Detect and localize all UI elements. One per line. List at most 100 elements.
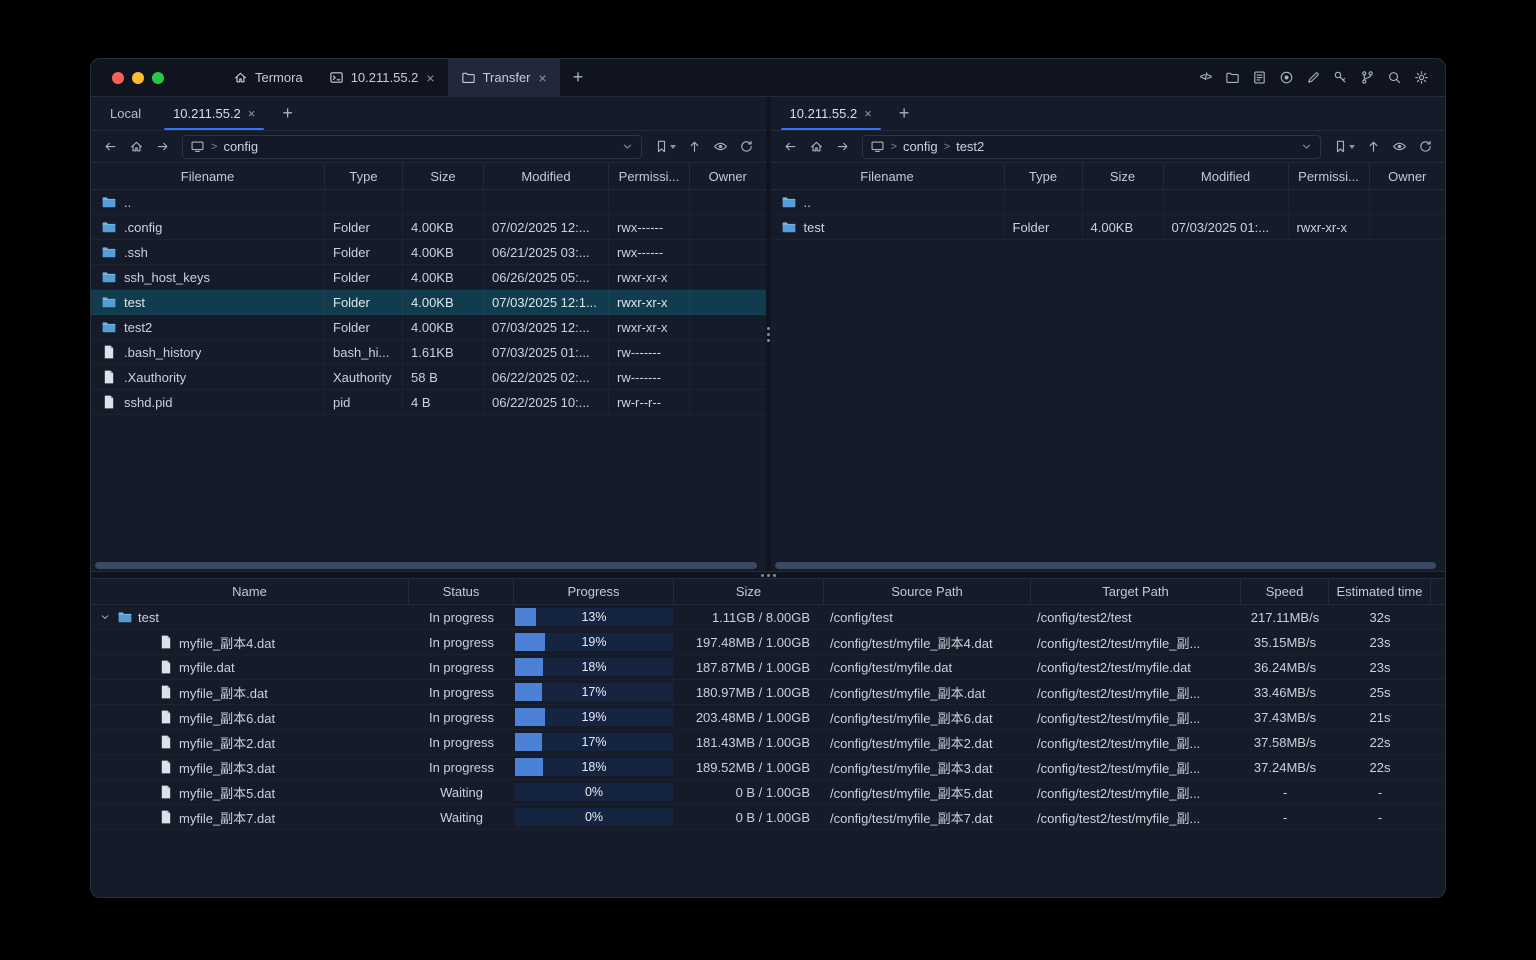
horizontal-scrollbar[interactable] <box>773 561 1444 570</box>
close-icon[interactable]: × <box>539 70 547 86</box>
zoom-window-button[interactable] <box>152 71 164 84</box>
edit-icon[interactable] <box>1305 69 1322 86</box>
column-header-source-path[interactable]: Source Path <box>824 579 1031 604</box>
file-modified: 06/21/2025 03:... <box>484 240 609 264</box>
breadcrumb-segment[interactable]: test2 <box>956 139 984 154</box>
column-header-owner[interactable]: Owner <box>690 163 766 189</box>
close-window-button[interactable] <box>112 71 124 84</box>
file-size <box>403 190 484 214</box>
tab-local[interactable]: Local <box>94 97 157 130</box>
chevron-down-icon[interactable] <box>621 140 634 153</box>
transfer-status: In progress <box>428 659 495 675</box>
folder-icon <box>101 294 117 310</box>
file-row[interactable]: .. <box>771 190 1446 215</box>
transfer-row[interactable]: myfile_副本3.dat In progress 18% 189.52MB … <box>91 755 1445 780</box>
close-icon[interactable]: × <box>426 70 434 86</box>
path-breadcrumb[interactable]: > config > test2 <box>861 134 1321 159</box>
column-header-status[interactable]: Status <box>409 579 514 604</box>
search-icon[interactable] <box>1386 69 1403 86</box>
transfer-row[interactable]: myfile_副本7.dat Waiting 0% 0 B / 1.00GB /… <box>91 805 1445 830</box>
column-header-estimated-time[interactable]: Estimated time <box>1329 579 1431 604</box>
close-icon[interactable]: × <box>864 106 872 121</box>
horizontal-scrollbar[interactable] <box>93 561 764 570</box>
file-row[interactable]: test Folder 4.00KB 07/03/2025 01:... rwx… <box>771 215 1446 240</box>
column-header-owner[interactable]: Owner <box>1370 163 1446 189</box>
home-button[interactable] <box>805 135 828 158</box>
transfer-splitter[interactable] <box>91 571 1445 579</box>
column-header-modified[interactable]: Modified <box>1164 163 1289 189</box>
chevron-down-icon[interactable] <box>1300 140 1313 153</box>
expand-chevron-icon[interactable] <box>97 611 112 623</box>
column-header-speed[interactable]: Speed <box>1241 579 1329 604</box>
forward-button[interactable] <box>151 135 174 158</box>
bookmark-button[interactable] <box>1329 135 1359 158</box>
transfer-row[interactable]: myfile_副本2.dat In progress 17% 181.43MB … <box>91 730 1445 755</box>
breadcrumb-segment[interactable]: config <box>903 139 938 154</box>
tab-host-10-211-55-2[interactable]: 10.211.55.2 × <box>316 59 448 96</box>
column-header-size[interactable]: Size <box>674 579 824 604</box>
parent-directory-button[interactable] <box>683 135 706 158</box>
transfer-size: 180.97MB / 1.00GB <box>695 684 810 700</box>
back-button[interactable] <box>99 135 122 158</box>
column-header-modified[interactable]: Modified <box>484 163 609 189</box>
key-icon[interactable] <box>1332 69 1349 86</box>
scrollbar-thumb[interactable] <box>95 562 757 569</box>
new-panel-tab-button[interactable]: + <box>888 97 921 130</box>
transfer-row[interactable]: myfile_副本4.dat In progress 19% 197.48MB … <box>91 630 1445 655</box>
show-hidden-files-button[interactable] <box>709 135 732 158</box>
file-row[interactable]: .. <box>91 190 766 215</box>
log-icon[interactable] <box>1251 69 1268 86</box>
tab-transfer[interactable]: Transfer × <box>447 59 560 96</box>
transfer-row[interactable]: myfile_副本.dat In progress 17% 180.97MB /… <box>91 680 1445 705</box>
bookmark-button[interactable] <box>650 135 680 158</box>
minimize-window-button[interactable] <box>132 71 144 84</box>
close-icon[interactable]: × <box>248 106 256 121</box>
refresh-button[interactable] <box>1414 135 1437 158</box>
file-row[interactable]: .config Folder 4.00KB 07/02/2025 12:... … <box>91 215 766 240</box>
file-row[interactable]: .ssh Folder 4.00KB 06/21/2025 03:... rwx… <box>91 240 766 265</box>
home-button[interactable] <box>125 135 148 158</box>
file-row[interactable]: .bash_history bash_hi... 1.61KB 07/03/20… <box>91 340 766 365</box>
transfer-row[interactable]: myfile.dat In progress 18% 187.87MB / 1.… <box>91 655 1445 680</box>
gear-icon[interactable] <box>1413 69 1430 86</box>
parent-directory-button[interactable] <box>1362 135 1385 158</box>
column-header-permissions[interactable]: Permissi... <box>609 163 690 189</box>
transfer-row[interactable]: myfile_副本5.dat Waiting 0% 0 B / 1.00GB /… <box>91 780 1445 805</box>
column-header-filename[interactable]: Filename <box>771 163 1005 189</box>
file-row[interactable]: test Folder 4.00KB 07/03/2025 12:1... rw… <box>91 290 766 315</box>
branch-icon[interactable] <box>1359 69 1376 86</box>
tab-remote-10-211-55-2[interactable]: 10.211.55.2 × <box>774 97 888 130</box>
transfer-size: 0 B / 1.00GB <box>735 784 810 800</box>
column-header-size[interactable]: Size <box>1083 163 1164 189</box>
file-row[interactable]: .Xauthority Xauthority 58 B 06/22/2025 0… <box>91 365 766 390</box>
file-name: sshd.pid <box>124 394 173 410</box>
show-hidden-files-button[interactable] <box>1388 135 1411 158</box>
column-header-filename[interactable]: Filename <box>91 163 325 189</box>
file-row[interactable]: ssh_host_keys Folder 4.00KB 06/26/2025 0… <box>91 265 766 290</box>
new-tab-button[interactable]: + <box>560 59 597 96</box>
file-row[interactable]: test2 Folder 4.00KB 07/03/2025 12:... rw… <box>91 315 766 340</box>
column-header-name[interactable]: Name <box>91 579 409 604</box>
path-breadcrumb[interactable]: > config <box>182 134 642 159</box>
refresh-button[interactable] <box>735 135 758 158</box>
record-icon[interactable] <box>1278 69 1295 86</box>
column-header-permissions[interactable]: Permissi... <box>1289 163 1370 189</box>
transfer-row[interactable]: myfile_副本6.dat In progress 19% 203.48MB … <box>91 705 1445 730</box>
column-header-progress[interactable]: Progress <box>514 579 674 604</box>
tab-termora[interactable]: Termora <box>220 59 316 96</box>
code-icon[interactable]: </> <box>1197 69 1214 86</box>
transfer-row[interactable]: test In progress 13% 1.11GB / 8.00GB /co… <box>91 605 1445 630</box>
back-button[interactable] <box>779 135 802 158</box>
tab-remote-10-211-55-2[interactable]: 10.211.55.2 × <box>157 97 271 130</box>
column-header-size[interactable]: Size <box>403 163 484 189</box>
new-panel-tab-button[interactable]: + <box>271 97 304 130</box>
scrollbar-thumb[interactable] <box>774 562 1436 569</box>
column-header-target-path[interactable]: Target Path <box>1031 579 1241 604</box>
file-row[interactable]: sshd.pid pid 4 B 06/22/2025 10:... rw-r-… <box>91 390 766 415</box>
column-header-type[interactable]: Type <box>325 163 403 189</box>
folder-outline-icon[interactable] <box>1224 69 1241 86</box>
file-size: 58 B <box>403 365 484 389</box>
column-header-type[interactable]: Type <box>1005 163 1083 189</box>
forward-button[interactable] <box>831 135 854 158</box>
breadcrumb-segment[interactable]: config <box>223 139 258 154</box>
